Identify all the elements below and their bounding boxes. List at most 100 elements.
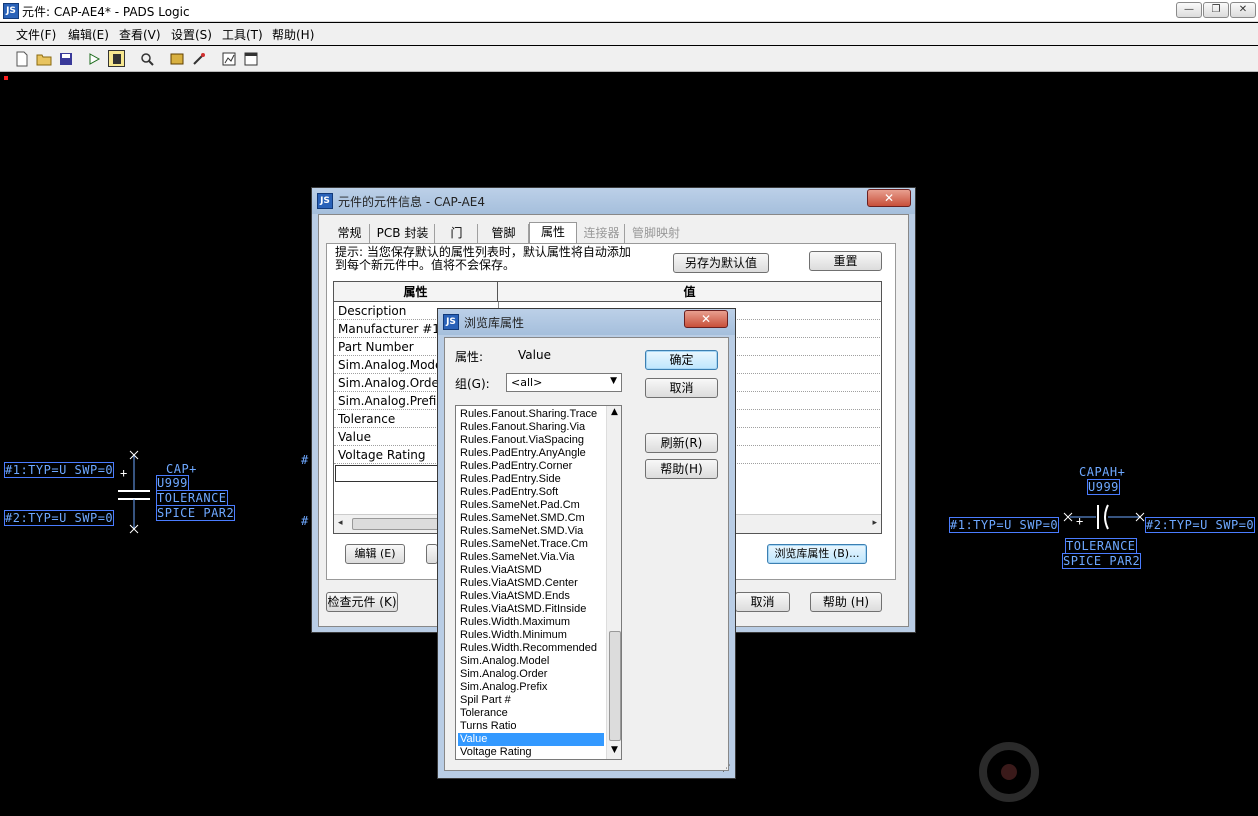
window-icon[interactable] xyxy=(242,50,259,67)
list-item[interactable]: Value xyxy=(458,733,604,746)
list-item[interactable]: Rules.Fanout.ViaSpacing xyxy=(458,434,604,447)
left-part-name[interactable]: CAP+ xyxy=(166,462,197,476)
save-default-button[interactable]: 另存为默认值 xyxy=(673,253,769,273)
report-icon[interactable] xyxy=(220,50,237,67)
list-item[interactable]: Rules.SameNet.SMD.Cm xyxy=(458,512,604,525)
wizard-icon[interactable] xyxy=(190,50,207,67)
tab-gates[interactable]: 门 xyxy=(436,224,478,243)
minimize-button[interactable]: — xyxy=(1176,2,1202,18)
attribute-list[interactable]: Rules.Fanout.Sharing.Trace Rules.Fanout.S… xyxy=(455,405,622,760)
browse-cancel-button[interactable]: 取消 xyxy=(645,378,718,398)
group-label: 组(G): xyxy=(455,377,490,391)
reset-button[interactable]: 重置 xyxy=(809,251,882,271)
scroll-left-icon[interactable]: ◂ xyxy=(338,518,343,528)
right-attr-tolerance[interactable]: TOLERANCE xyxy=(1065,538,1137,554)
left-attr-tolerance[interactable]: TOLERANCE xyxy=(156,490,228,506)
list-item[interactable]: Rules.SameNet.Via.Via xyxy=(458,551,604,564)
list-item[interactable]: Rules.PadEntry.Side xyxy=(458,473,604,486)
window-close-button[interactable]: ✕ xyxy=(1230,2,1256,18)
menu-edit[interactable]: 编辑(E) xyxy=(68,26,109,43)
list-item[interactable]: Rules.SameNet.Trace.Cm xyxy=(458,538,604,551)
tab-connectors[interactable]: 连接器 xyxy=(579,224,625,243)
new-file-icon[interactable] xyxy=(13,50,30,67)
right-part-ref[interactable]: U999 xyxy=(1087,479,1120,495)
right-attr-spice[interactable]: SPICE PAR2 xyxy=(1061,553,1142,569)
gate-icon[interactable] xyxy=(86,50,103,67)
attribute-name: Description xyxy=(338,304,407,318)
list-item[interactable]: Rules.ViaAtSMD.Center xyxy=(458,577,604,590)
attribute-column-header[interactable]: 属性 xyxy=(334,282,498,302)
refresh-button[interactable]: 刷新(R) xyxy=(645,433,718,453)
open-folder-icon[interactable] xyxy=(35,50,52,67)
ok-button[interactable]: 确定 xyxy=(645,350,718,370)
right-part-name[interactable]: CAPAH+ xyxy=(1079,465,1125,479)
menu-tools[interactable]: 工具(T) xyxy=(222,26,263,43)
vertical-scrollbar[interactable]: ▲ ▼ xyxy=(606,406,621,759)
scroll-down-icon[interactable]: ▼ xyxy=(611,745,618,755)
left-part-ref[interactable]: U999 xyxy=(156,475,189,491)
list-item[interactable]: Rules.SameNet.SMD.Via xyxy=(458,525,604,538)
part-icon[interactable] xyxy=(108,50,125,67)
menu-setup[interactable]: 设置(S) xyxy=(171,26,212,43)
left-pin1-label[interactable]: #1:TYP=U SWP=0 xyxy=(3,462,115,478)
list-item[interactable]: Spil Part # xyxy=(458,694,604,707)
value-column-header[interactable]: 值 xyxy=(498,282,881,302)
part-dialog-icon: JS xyxy=(317,193,333,209)
scroll-up-icon[interactable]: ▲ xyxy=(611,407,618,417)
tab-general[interactable]: 常规 xyxy=(330,224,370,243)
list-item[interactable]: Rules.PadEntry.Corner xyxy=(458,460,604,473)
browse-dialog-close-button[interactable]: ✕ xyxy=(684,310,728,328)
part-dialog-title: 元件的元件信息 - CAP-AE4 xyxy=(338,195,486,209)
restore-button[interactable]: ❐ xyxy=(1203,2,1229,18)
chevron-down-icon[interactable]: ▼ xyxy=(610,376,617,386)
part-dialog-close-button[interactable]: ✕ xyxy=(867,189,911,207)
scroll-right-icon[interactable]: ▸ xyxy=(872,518,877,528)
menu-file[interactable]: 文件(F) xyxy=(16,26,56,43)
list-item[interactable]: Tolerance xyxy=(458,707,604,720)
right-pin1-label[interactable]: #1:TYP=U SWP=0 xyxy=(948,517,1060,533)
list-item[interactable]: Voltage Rating xyxy=(458,746,604,759)
right-pin2-label[interactable]: #2:TYP=U SWP=0 xyxy=(1144,517,1256,533)
menu-help[interactable]: 帮助(H) xyxy=(272,26,314,43)
left-attr-spice[interactable]: SPICE PAR2 xyxy=(155,505,236,521)
check-part-button[interactable]: 检查元件 (K) xyxy=(326,592,398,612)
scroll-thumb[interactable] xyxy=(352,518,442,530)
list-item[interactable]: Rules.Fanout.Sharing.Via xyxy=(458,421,604,434)
menu-view[interactable]: 查看(V) xyxy=(119,26,161,43)
tab-pcb-decal[interactable]: PCB 封装 xyxy=(371,224,435,243)
list-item[interactable]: Rules.Width.Recommended xyxy=(458,642,604,655)
list-item[interactable]: Rules.PadEntry.AnyAngle xyxy=(458,447,604,460)
list-item[interactable]: Rules.Fanout.Sharing.Trace xyxy=(458,408,604,421)
list-item[interactable]: Sim.Analog.Order xyxy=(458,668,604,681)
left-plus-sign: + xyxy=(120,466,128,480)
list-item[interactable]: Rules.ViaAtSMD.Ends xyxy=(458,590,604,603)
tab-attributes[interactable]: 属性 xyxy=(529,222,577,243)
resize-grip-icon[interactable]: ⋰ xyxy=(722,764,732,774)
list-scroll-thumb[interactable] xyxy=(609,631,621,741)
browse-library-attributes-button[interactable]: 浏览库属性 (B)... xyxy=(767,544,867,564)
part-dialog-cancel-button[interactable]: 取消 xyxy=(735,592,790,612)
save-icon[interactable] xyxy=(57,50,74,67)
tab-pins[interactable]: 管脚 xyxy=(479,224,529,243)
list-item[interactable]: Sim.Analog.Model xyxy=(458,655,604,668)
left-pin2-label[interactable]: #2:TYP=U SWP=0 xyxy=(3,510,115,526)
list-item[interactable]: Rules.Width.Minimum xyxy=(458,629,604,642)
library-icon[interactable] xyxy=(168,50,185,67)
partial-stub-1: # xyxy=(301,453,309,467)
list-item[interactable]: Rules.ViaAtSMD.FitInside xyxy=(458,603,604,616)
list-item[interactable]: Sim.Analog.Prefix xyxy=(458,681,604,694)
edit-button[interactable]: 编辑 (E) xyxy=(345,544,405,564)
browse-help-button[interactable]: 帮助(H) xyxy=(645,459,718,479)
attribute-name: Sim.Analog.Model xyxy=(338,358,446,372)
tab-pin-mapping[interactable]: 管脚映射 xyxy=(626,224,686,243)
origin-marker xyxy=(4,76,8,80)
group-select[interactable]: <all> ▼ xyxy=(506,373,622,392)
list-item[interactable]: Turns Ratio xyxy=(458,720,604,733)
list-item[interactable]: Rules.SameNet.Pad.Cm xyxy=(458,499,604,512)
list-item[interactable]: Rules.Width.Maximum xyxy=(458,616,604,629)
zoom-icon[interactable] xyxy=(138,50,155,67)
list-item[interactable]: Rules.ViaAtSMD xyxy=(458,564,604,577)
toolbar xyxy=(0,46,1258,72)
part-dialog-help-button[interactable]: 帮助 (H) xyxy=(810,592,882,612)
list-item[interactable]: Rules.PadEntry.Soft xyxy=(458,486,604,499)
